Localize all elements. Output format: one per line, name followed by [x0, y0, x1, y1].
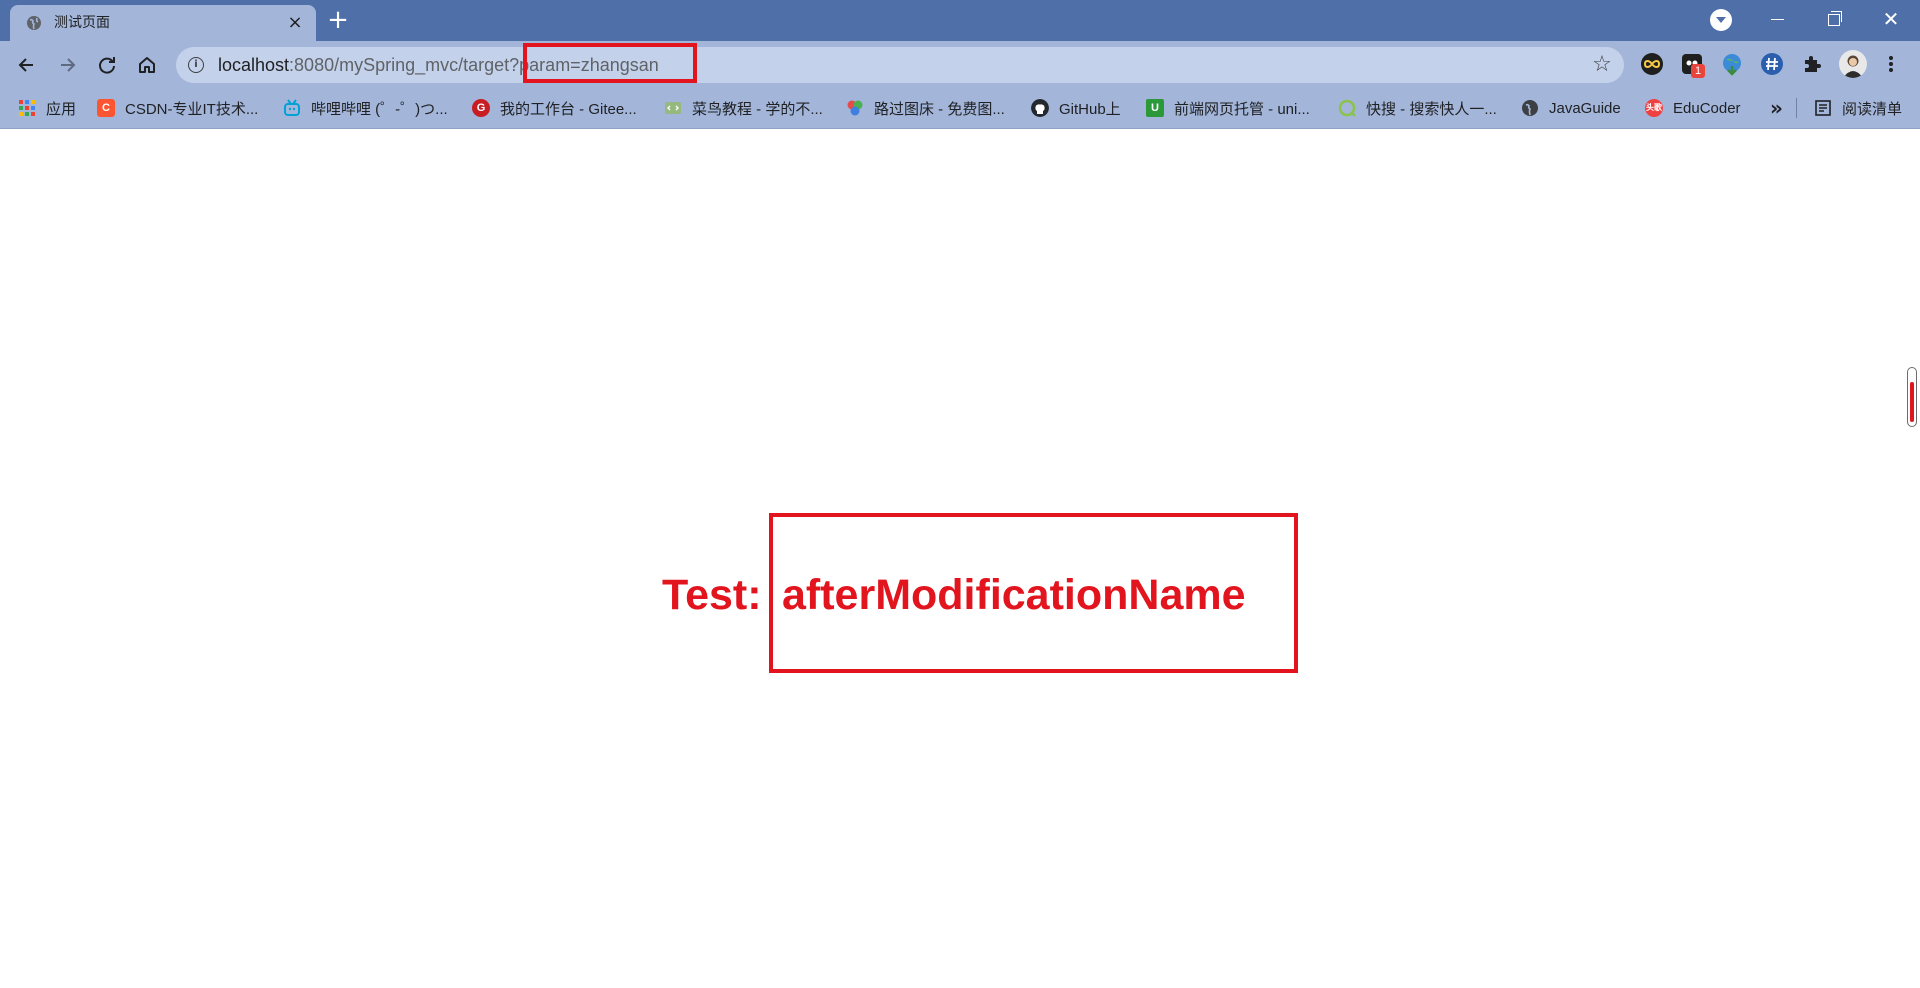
more-menu-icon[interactable] — [1883, 52, 1899, 76]
bookmark-gitee[interactable]: G 我的工作台 - Gitee... — [472, 88, 637, 128]
restore-button[interactable] — [1819, 4, 1849, 34]
globe-icon — [1522, 100, 1538, 116]
bookmarks-overflow-button[interactable]: » — [1770, 96, 1783, 120]
profile-avatar[interactable] — [1839, 50, 1867, 78]
url-host: localhost — [218, 55, 290, 75]
bookmark-label: 路过图床 - 免费图... — [874, 100, 1005, 118]
bookmark-label: 菜鸟教程 - 学的不... — [692, 100, 823, 118]
reading-list-button[interactable]: 阅读清单 — [1814, 88, 1902, 128]
tab-close-icon[interactable]: × — [284, 12, 306, 34]
apps-grid-icon — [19, 100, 35, 116]
minimize-icon — [1770, 19, 1784, 20]
uni-icon: U — [1146, 99, 1164, 117]
puzzle-extensions-icon[interactable] — [1800, 52, 1824, 76]
bookmark-label: EduCoder — [1673, 99, 1741, 117]
reading-list-label: 阅读清单 — [1842, 100, 1903, 118]
tab-active[interactable]: 测试页面 × — [10, 5, 316, 41]
bookmark-csdn[interactable]: C CSDN-专业IT技术... — [97, 88, 258, 128]
bookmarks-divider — [1796, 98, 1797, 118]
site-info-icon[interactable]: i — [188, 57, 204, 73]
bookmark-runoob[interactable]: 菜鸟教程 - 学的不... — [664, 88, 823, 128]
test-label: Test: — [662, 571, 762, 619]
bookmark-label: 哔哩哔哩 (゜-゜)つ... — [311, 100, 448, 118]
bookmark-label: GitHub上 — [1059, 100, 1121, 118]
bookmark-image-host[interactable]: 路过图床 - 免费图... — [846, 88, 1005, 128]
browser-toolbar: i localhost:8080/mySpring_mvc/target?par… — [0, 41, 1920, 88]
gitee-icon: G — [472, 99, 490, 117]
scroll-indicator[interactable] — [1907, 367, 1917, 427]
new-tab-button[interactable]: + — [326, 7, 350, 33]
bookmark-label: 前端网页托管 - uni... — [1174, 100, 1310, 118]
bookmark-github[interactable]: GitHub上 — [1031, 88, 1121, 128]
bookmark-kuaisou[interactable]: 快搜 - 搜索快人一... — [1338, 88, 1497, 128]
bookmark-educoder[interactable]: 头歌 EduCoder — [1645, 88, 1741, 128]
globe-icon — [27, 16, 41, 30]
github-icon — [1031, 99, 1049, 117]
forward-icon[interactable] — [53, 51, 81, 79]
tab-search-icon[interactable] — [1710, 9, 1732, 31]
imgur-flower-icon — [847, 100, 863, 116]
home-icon[interactable] — [133, 51, 161, 79]
toutiao-icon: 头歌 — [1645, 99, 1663, 117]
tab-title: 测试页面 — [54, 15, 110, 31]
page-content: Test: afterModificationName — [0, 129, 1920, 988]
bookmark-label: 快搜 - 搜索快人一... — [1366, 100, 1497, 118]
bookmark-label: 应用 — [46, 100, 77, 118]
avatar-image-icon — [1843, 55, 1863, 78]
bookmark-apps[interactable]: 应用 — [18, 88, 76, 128]
bilibili-icon — [284, 99, 300, 116]
bookmark-javaguide[interactable]: JavaGuide — [1521, 88, 1621, 128]
extension-badge: 1 — [1691, 64, 1705, 78]
bookmarks-bar: 应用 C CSDN-专业IT技术... 哔哩哔哩 (゜-゜)つ... G 我的工… — [0, 88, 1920, 129]
hash-extension-icon[interactable] — [1760, 52, 1784, 76]
reload-icon[interactable] — [93, 51, 121, 79]
bookmark-uni[interactable]: U 前端网页托管 - uni... — [1146, 88, 1310, 128]
runoob-icon — [665, 102, 681, 114]
tab-strip: 测试页面 × + ✕ — [0, 0, 1920, 41]
back-icon[interactable] — [13, 51, 41, 79]
address-bar[interactable]: i localhost:8080/mySpring_mvc/target?par… — [176, 47, 1624, 83]
restore-icon — [1828, 11, 1842, 26]
infinity-extension-icon[interactable] — [1640, 52, 1664, 76]
globe-download-extension-icon[interactable] — [1720, 52, 1744, 76]
kuaisou-icon — [1338, 99, 1356, 117]
ghost-extension-icon[interactable]: 1 — [1680, 52, 1705, 78]
close-window-button[interactable]: ✕ — [1876, 4, 1906, 34]
url-query-highlight-box — [523, 43, 697, 83]
value-highlight-box — [769, 513, 1298, 673]
csdn-icon: C — [97, 99, 115, 117]
bookmark-star-icon[interactable]: ☆ — [1590, 53, 1614, 77]
bookmark-bilibili[interactable]: 哔哩哔哩 (゜-゜)つ... — [283, 88, 448, 128]
bookmark-label: CSDN-专业IT技术... — [125, 100, 259, 118]
bookmark-label: JavaGuide — [1549, 99, 1621, 117]
minimize-button[interactable] — [1762, 4, 1792, 34]
bookmark-label: 我的工作台 - Gitee... — [500, 100, 637, 118]
reading-list-icon — [1815, 100, 1831, 116]
